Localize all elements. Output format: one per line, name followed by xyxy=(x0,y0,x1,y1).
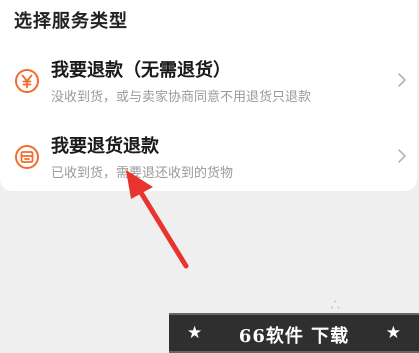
return-goods-icon xyxy=(15,145,39,169)
watermark-paw-icon: ∴ xyxy=(330,295,341,314)
option-title: 我要退货退款 xyxy=(51,136,159,157)
option-subtitle: 没收到货，或与卖家协商同意不用退货只退款 xyxy=(51,90,312,105)
return-and-refund-option[interactable]: 我要退货退款 已收到货，需要退还收到的货物 xyxy=(0,122,417,192)
page-title: 选择服务类型 xyxy=(14,11,128,32)
yen-circle-icon xyxy=(15,69,39,93)
refund-only-option[interactable]: 我要退款（无需退货） 没收到货，或与卖家协商同意不用退货只退款 xyxy=(0,46,417,116)
watermark-banner: ★ 66软件 下载 ★ xyxy=(169,313,419,353)
chevron-right-icon xyxy=(398,149,406,163)
star-icon: ★ xyxy=(385,323,401,343)
option-subtitle: 已收到货，需要退还收到的货物 xyxy=(51,166,234,181)
option-title: 我要退款（无需退货） xyxy=(51,60,231,81)
service-type-card: 选择服务类型 我要退款（无需退货） 没收到货，或与卖家协商同意不用退货只退款 我… xyxy=(0,0,417,191)
chevron-right-icon xyxy=(398,73,406,87)
watermark-text: 66软件 下载 xyxy=(238,326,350,347)
